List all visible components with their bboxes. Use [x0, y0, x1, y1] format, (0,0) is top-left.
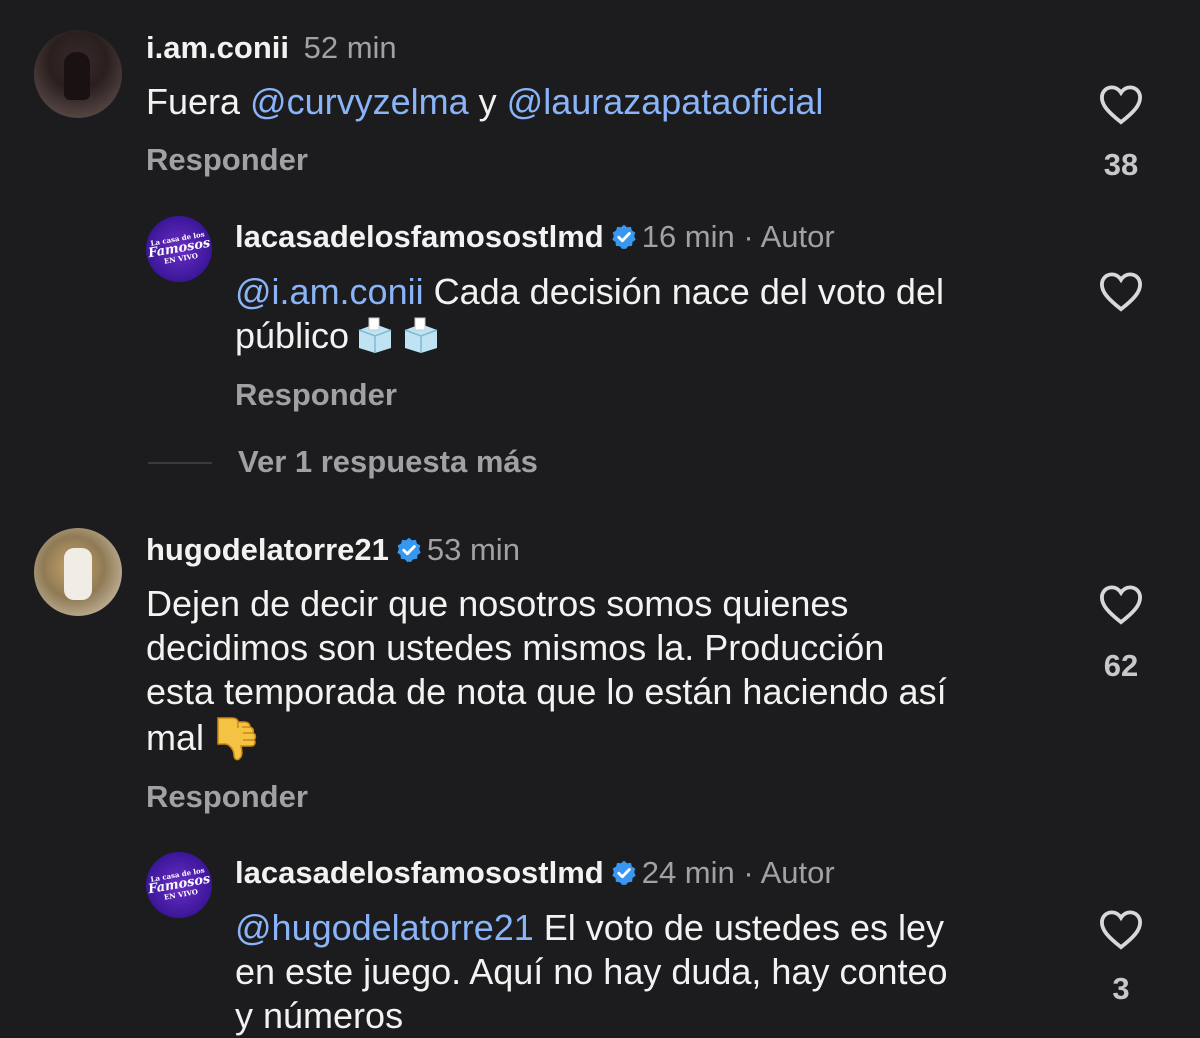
verified-badge-icon — [612, 224, 636, 249]
timestamp: 53 min — [426, 532, 520, 567]
avatar-i-am-conii[interactable] — [34, 30, 122, 118]
comment-meta: lacasadelosfamosostlmd 24 min · Autor — [235, 855, 835, 891]
comment-text: Dejen de decir que nosotros somos quiene… — [146, 582, 947, 762]
avatar-lacasadelosfamosostlmd[interactable]: La casa de los Famosos EN VIVO — [146, 852, 212, 918]
separator: · — [734, 855, 761, 890]
view-more-replies-button[interactable]: Ver 1 respuesta más — [238, 444, 538, 480]
comment-text: @hugodelatorre21 El voto de ustedes es l… — [235, 906, 948, 1038]
heart-icon[interactable] — [1098, 270, 1144, 312]
username[interactable]: lacasadelosfamosostlmd — [235, 855, 604, 890]
mention-link[interactable]: @curvyzelma — [250, 81, 469, 122]
username[interactable]: lacasadelosfamosostlmd — [235, 219, 604, 254]
timestamp: 16 min — [641, 219, 735, 254]
like-count: 38 — [1103, 147, 1139, 182]
comment-text-part: público — [235, 315, 350, 356]
comment-meta: i.am.conii 52 min — [146, 30, 397, 66]
comment-text-part: Fuera — [146, 81, 251, 122]
author-label: Autor — [760, 219, 835, 254]
like-count: 3 — [1112, 971, 1130, 1006]
comment-line: en este juego. Aquí no hay duda, hay con… — [235, 951, 948, 992]
mention-link[interactable]: @hugodelatorre21 — [235, 907, 534, 948]
username[interactable]: i.am.conii — [146, 30, 289, 65]
logo-text: La casa de los Famosos EN VIVO — [146, 865, 212, 904]
comment-line: esta temporada de nota que lo están haci… — [146, 671, 947, 712]
comment-line: decidimos son ustedes mismos la. Producc… — [146, 627, 885, 668]
avatar-lacasadelosfamosostlmd[interactable]: La casa de los Famosos EN VIVO — [146, 216, 212, 282]
timestamp: 24 min — [641, 855, 735, 890]
logo-text: La casa de los Famosos EN VIVO — [146, 229, 212, 268]
heart-icon[interactable] — [1098, 583, 1144, 625]
mention-link[interactable]: @i.am.conii — [235, 271, 424, 312]
comment-meta: hugodelatorre21 53 min — [146, 532, 520, 568]
comment-text-part: El voto de ustedes es ley — [533, 907, 945, 948]
comment-line: y números — [235, 995, 404, 1036]
username[interactable]: hugodelatorre21 — [146, 532, 389, 567]
comment-text-part: y — [468, 81, 507, 122]
replies-divider — [148, 462, 212, 464]
comment-meta: lacasadelosfamosostlmd 16 min · Autor — [235, 219, 835, 255]
ballot-box-icon — [404, 317, 438, 353]
heart-icon[interactable] — [1098, 908, 1144, 950]
comment-text-part: Cada decisión nace del voto del — [423, 271, 944, 312]
verified-badge-icon — [612, 860, 636, 885]
like-count: 62 — [1103, 648, 1139, 683]
mention-link[interactable]: @laurazapataoficial — [507, 81, 824, 122]
comment-line: mal — [146, 717, 205, 758]
avatar-hugodelatorre21[interactable] — [34, 528, 122, 616]
comment-text: @i.am.conii Cada decisión nace del voto … — [235, 270, 944, 358]
reply-button[interactable]: Responder — [146, 142, 308, 178]
heart-icon[interactable] — [1098, 83, 1144, 125]
ballot-box-icon — [358, 317, 392, 353]
verified-badge-icon — [397, 537, 421, 562]
timestamp: 52 min — [303, 30, 397, 65]
reply-button[interactable]: Responder — [235, 377, 397, 413]
comment-line: Dejen de decir que nosotros somos quiene… — [146, 583, 849, 624]
reply-button[interactable]: Responder — [146, 779, 308, 815]
separator: · — [734, 219, 761, 254]
thumbs-down-icon — [217, 717, 257, 761]
comment-text: Fuera @curvyzelma y @laurazapataoficial — [146, 80, 823, 124]
author-label: Autor — [760, 855, 835, 890]
